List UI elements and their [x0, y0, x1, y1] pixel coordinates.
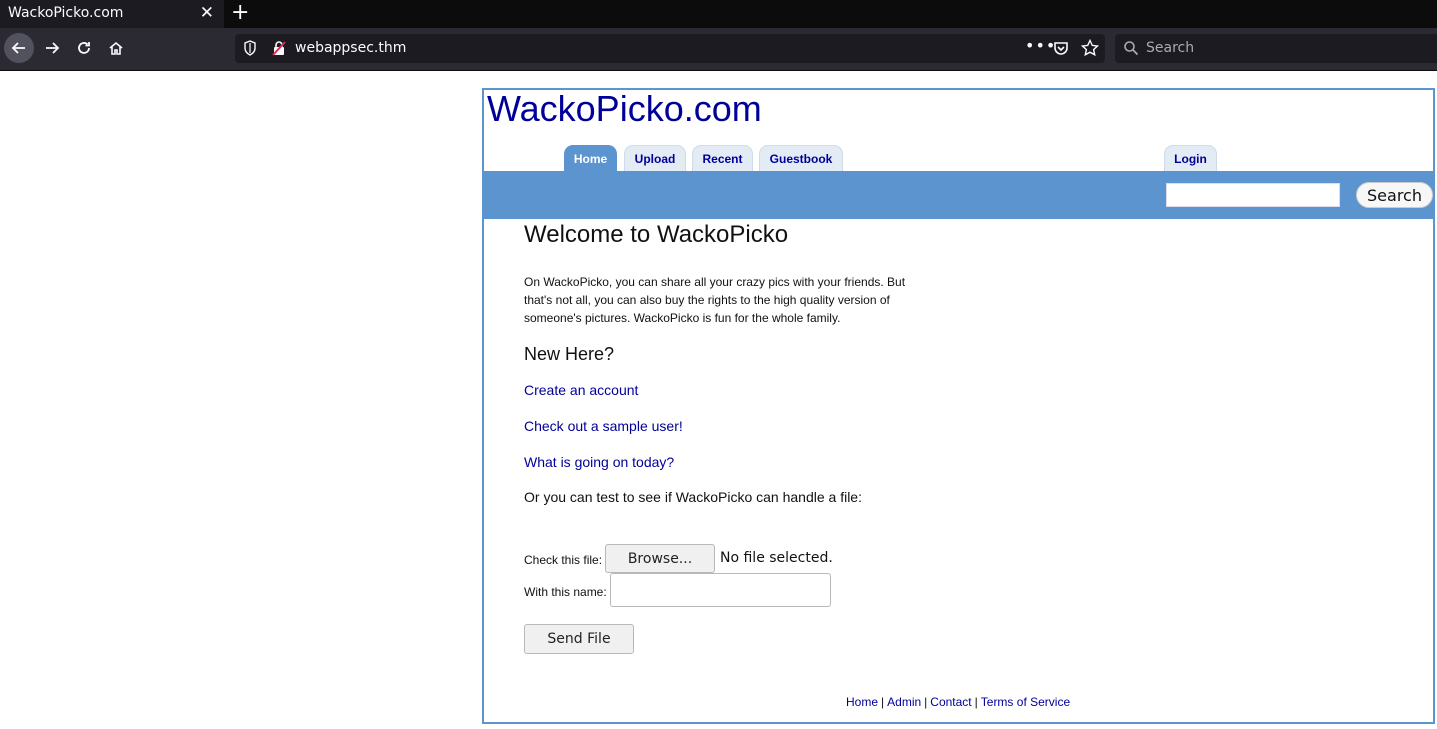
bookmark-star-icon[interactable]	[1080, 38, 1100, 61]
tab-guestbook[interactable]: Guestbook	[759, 145, 843, 172]
browser-tab-bar: WackoPicko.com ✕ +	[0, 0, 1437, 28]
site-search-button[interactable]: Search	[1356, 182, 1433, 208]
pocket-icon[interactable]	[1053, 40, 1069, 60]
insecure-lock-icon[interactable]	[271, 40, 287, 60]
browser-search-input[interactable]: Search	[1115, 34, 1437, 63]
tab-home[interactable]: Home	[564, 145, 617, 172]
browser-toolbar: webappsec.thm ••• Search	[0, 28, 1437, 71]
tab-login[interactable]: Login	[1164, 145, 1217, 172]
sample-user-link[interactable]: Check out a sample user!	[524, 418, 683, 434]
footer-admin-link[interactable]: Admin	[887, 695, 921, 709]
tab-title: WackoPicko.com	[8, 5, 124, 21]
forward-button[interactable]	[37, 33, 67, 63]
send-file-button[interactable]: Send File	[524, 624, 634, 654]
site-logo[interactable]: WackoPicko.com	[487, 88, 762, 130]
footer-terms-link[interactable]: Terms of Service	[981, 695, 1070, 709]
check-file-label: Check this file:	[524, 553, 603, 567]
page-title: Welcome to WackoPicko	[524, 221, 789, 248]
site-frame: WackoPicko.com Home Upload Recent Guestb…	[482, 88, 1435, 724]
reload-button[interactable]	[69, 33, 99, 63]
home-icon	[109, 41, 123, 55]
no-file-text: No file selected.	[720, 550, 833, 566]
search-placeholder: Search	[1146, 40, 1195, 56]
back-button[interactable]	[4, 33, 34, 63]
shield-icon[interactable]	[243, 40, 257, 60]
new-here-heading: New Here?	[524, 344, 615, 364]
name-label: With this name:	[524, 585, 607, 599]
footer-contact-link[interactable]: Contact	[930, 695, 971, 709]
tab-upload[interactable]: Upload	[624, 145, 686, 172]
file-name-input[interactable]	[610, 573, 831, 607]
home-button[interactable]	[101, 33, 131, 63]
arrow-left-icon	[11, 42, 25, 54]
intro-text: On WackoPicko, you can share all your cr…	[524, 275, 906, 325]
reload-icon	[78, 42, 90, 54]
browse-button[interactable]: Browse...	[605, 544, 715, 573]
search-band: Search	[484, 171, 1433, 219]
url-bar[interactable]: webappsec.thm •••	[235, 34, 1105, 63]
footer: Home | Admin | Contact | Terms of Service	[846, 695, 1070, 709]
new-tab-icon[interactable]: +	[231, 0, 249, 25]
create-account-link[interactable]: Create an account	[524, 382, 638, 398]
footer-home-link[interactable]: Home	[846, 695, 878, 709]
page-actions-icon[interactable]: •••	[1025, 36, 1056, 55]
close-tab-icon[interactable]: ✕	[200, 3, 214, 23]
url-text[interactable]: webappsec.thm	[295, 40, 406, 56]
search-icon	[1123, 40, 1139, 60]
tab-recent[interactable]: Recent	[692, 145, 753, 172]
whats-going-on-link[interactable]: What is going on today?	[524, 454, 674, 470]
browser-tab[interactable]: WackoPicko.com ✕	[0, 0, 224, 28]
footer-separator: |	[924, 695, 928, 709]
footer-separator: |	[881, 695, 885, 709]
site-search-input[interactable]	[1166, 183, 1340, 207]
footer-separator: |	[974, 695, 978, 709]
test-file-text: Or you can test to see if WackoPicko can…	[524, 489, 862, 505]
arrow-right-icon	[46, 42, 60, 54]
